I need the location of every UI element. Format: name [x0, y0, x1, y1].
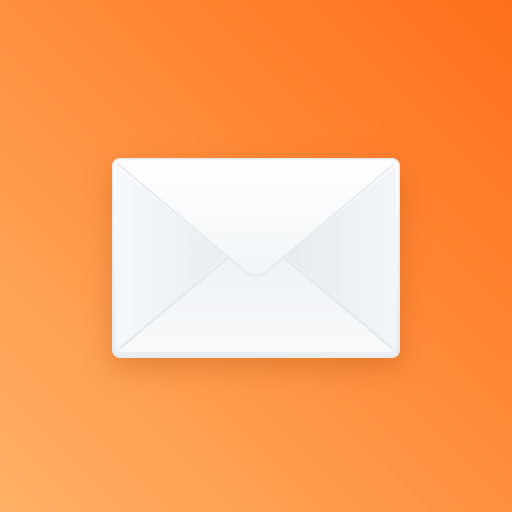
envelope-icon — [112, 158, 400, 358]
envelope-graphic — [112, 158, 400, 358]
icon-canvas — [0, 0, 512, 512]
